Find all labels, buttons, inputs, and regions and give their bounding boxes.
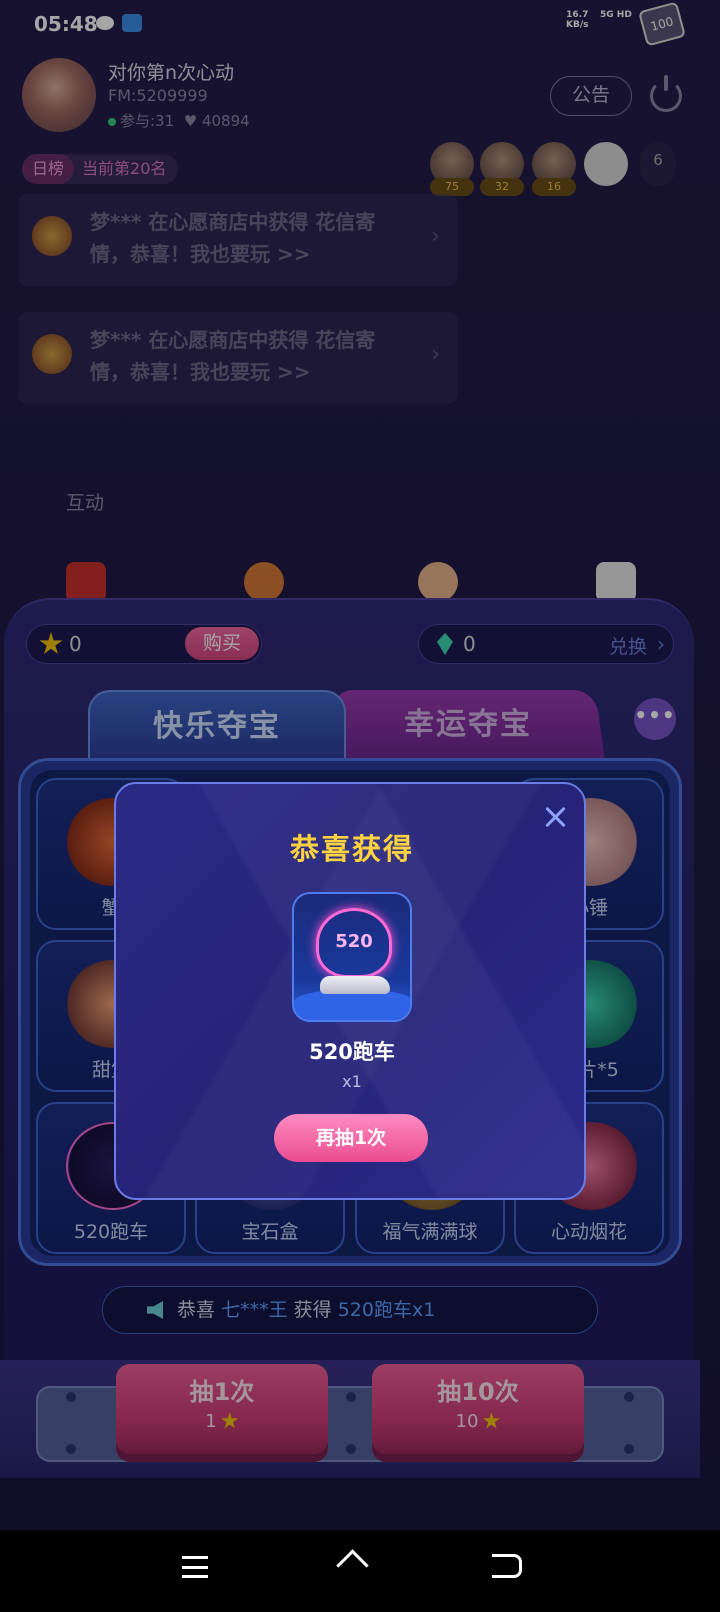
modal-title: 恭喜获得	[289, 832, 414, 866]
close-icon[interactable]	[544, 806, 566, 828]
prize-glow	[294, 990, 410, 1020]
draw-again-button[interactable]: 再抽1次	[274, 1114, 428, 1162]
sports-car-icon	[320, 976, 390, 994]
prize-image: 520	[292, 892, 412, 1022]
menu-icon[interactable]	[182, 1556, 208, 1578]
prize-result-modal: 恭喜获得 520 520跑车 x1 再抽1次	[114, 782, 586, 1200]
modal-backdrop[interactable]	[0, 0, 720, 1530]
back-icon[interactable]	[492, 1554, 522, 1578]
heart-icon: 520	[316, 908, 392, 978]
prize-quantity: x1	[342, 1072, 362, 1091]
home-icon[interactable]	[336, 1552, 366, 1582]
prize-name: 520跑车	[309, 1040, 395, 1064]
